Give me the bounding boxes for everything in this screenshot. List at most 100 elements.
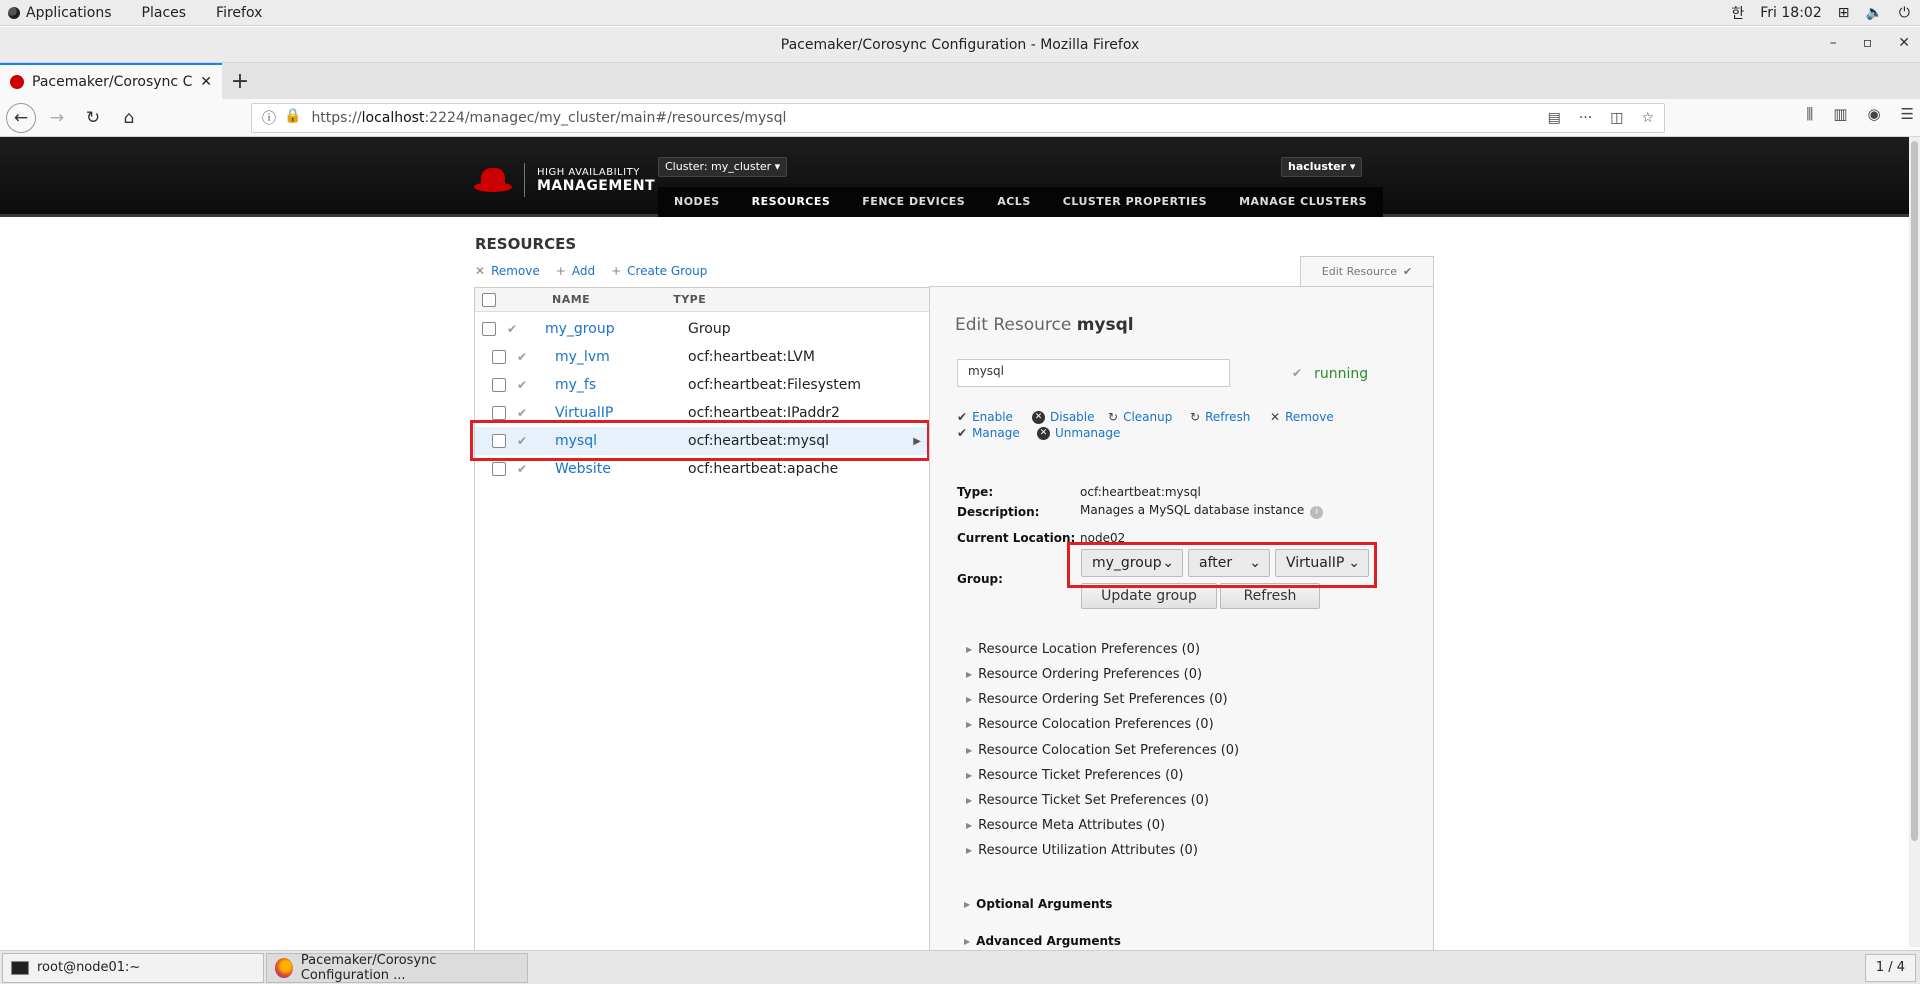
user-dropdown[interactable]: hacluster ▾ — [1281, 157, 1363, 177]
bookmark-star-icon[interactable]: ☆ — [1641, 110, 1654, 126]
add-resource-button[interactable]: + Add — [556, 264, 595, 278]
expand-triangle-icon: ▶ — [966, 645, 973, 654]
clock[interactable]: Fri 18:02 — [1760, 5, 1821, 21]
disable-circle-x-icon: ✕ — [1032, 410, 1045, 424]
expand-triangle-icon: ▶ — [966, 846, 973, 855]
pref-ordering-set[interactable]: ▶ Resource Ordering Set Preferences (0) — [966, 692, 1228, 707]
status-check-icon: ✔ — [517, 406, 528, 420]
page-actions-icon[interactable]: ··· — [1579, 110, 1592, 126]
pref-ticket-set[interactable]: ▶ Resource Ticket Set Preferences (0) — [966, 793, 1209, 808]
plus-icon: + — [555, 264, 566, 278]
places-menu[interactable]: Places — [142, 5, 187, 21]
pref-ticket[interactable]: ▶ Resource Ticket Preferences (0) — [966, 768, 1184, 783]
cleanup-button[interactable]: ↻ Cleanup — [1108, 410, 1172, 424]
nav-resources[interactable]: RESOURCES — [736, 187, 847, 217]
pref-meta-attributes[interactable]: ▶ Resource Meta Attributes (0) — [966, 818, 1165, 833]
reader-view-icon[interactable]: ▤ — [1548, 110, 1561, 126]
reload-button[interactable]: ↻ — [78, 103, 108, 133]
nav-manage-clusters[interactable]: MANAGE CLUSTERS — [1223, 187, 1383, 217]
refresh-button[interactable]: ↻ Refresh — [1190, 410, 1250, 424]
workspace-switcher[interactable]: 1 / 4 — [1864, 953, 1916, 982]
taskbar-terminal[interactable]: root@node01:~ — [2, 952, 264, 983]
optional-arguments-section[interactable]: ▶ Optional Arguments — [964, 897, 1112, 911]
volume-icon[interactable]: 🔈 — [1865, 5, 1882, 21]
pocket-icon[interactable]: ◫ — [1610, 110, 1623, 126]
tab-strip: Pacemaker/Corosync Con ✕ + — [0, 63, 1920, 99]
remove-resource-button[interactable]: ✕ Remove — [475, 264, 540, 278]
enable-button[interactable]: ✔ Enable — [957, 410, 1013, 424]
create-group-button[interactable]: + Create Group — [611, 264, 707, 278]
plus-icon: + — [611, 264, 622, 278]
forward-button[interactable]: → — [42, 103, 72, 133]
close-window-icon[interactable]: ✕ — [1898, 35, 1910, 51]
expand-triangle-icon: ▶ — [964, 936, 971, 946]
url-bar[interactable]: ⓘ 🔒 https://localhost:2224/managec/my_cl… — [251, 103, 1665, 133]
row-checkbox[interactable] — [492, 378, 506, 392]
pref-colocation[interactable]: ▶ Resource Colocation Preferences (0) — [966, 717, 1214, 732]
expand-triangle-icon: ▶ — [966, 821, 973, 830]
check-icon: ✔ — [1403, 265, 1413, 278]
pref-utilization-attributes[interactable]: ▶ Resource Utilization Attributes (0) — [966, 843, 1198, 858]
resource-name-field[interactable]: mysql — [957, 359, 1230, 387]
check-icon: ✔ — [957, 426, 968, 440]
tab-edit-resource[interactable]: Edit Resource ✔ — [1300, 256, 1434, 287]
resource-row-my-lvm[interactable]: ✔ my_lvm ocf:heartbeat:LVM — [475, 343, 929, 371]
pref-ordering[interactable]: ▶ Resource Ordering Preferences (0) — [966, 667, 1202, 682]
nav-cluster-properties[interactable]: CLUSTER PROPERTIES — [1047, 187, 1223, 217]
remove-button[interactable]: ✕ Remove — [1270, 410, 1334, 424]
expand-triangle-icon: ▶ — [966, 796, 973, 805]
navigation-toolbar: ← → ↻ ⌂ ⓘ 🔒 https://localhost:2224/manag… — [0, 99, 1920, 137]
hamburger-menu-icon[interactable]: ☰ — [1901, 105, 1914, 123]
close-tab-icon[interactable]: ✕ — [200, 74, 212, 90]
pref-location[interactable]: ▶ Resource Location Preferences (0) — [966, 642, 1200, 657]
status-badge: running — [1314, 366, 1369, 382]
disable-button[interactable]: ✕ Disable — [1032, 410, 1095, 424]
redhat-favicon-icon — [10, 75, 24, 89]
manage-button[interactable]: ✔ Manage — [957, 426, 1020, 440]
info-icon[interactable]: i — [1310, 505, 1324, 519]
maximize-icon[interactable]: ▫ — [1863, 35, 1873, 51]
column-name[interactable]: NAME — [552, 293, 590, 306]
nav-acls[interactable]: ACLS — [981, 187, 1047, 217]
library-icon[interactable]: ⫼ — [1806, 105, 1813, 123]
column-type[interactable]: TYPE — [673, 293, 706, 306]
firefox-app-menu[interactable]: Firefox — [216, 5, 262, 21]
nav-fence-devices[interactable]: FENCE DEVICES — [846, 187, 981, 217]
resource-row-my-group[interactable]: ✔ my_group Group — [475, 315, 929, 343]
status-check-icon: ✔ — [1292, 366, 1303, 380]
resource-row-my-fs[interactable]: ✔ my_fs ocf:heartbeat:Filesystem — [475, 371, 929, 399]
input-method-indicator[interactable]: 한 — [1731, 3, 1744, 23]
expand-triangle-icon: ▶ — [966, 720, 973, 729]
resource-actions: ✕ Remove + Add + Create Group — [475, 264, 707, 278]
new-tab-button[interactable]: + — [222, 63, 258, 99]
back-button[interactable]: ← — [6, 102, 36, 133]
taskbar-firefox[interactable]: Pacemaker/Corosync Configuration ... — [266, 952, 528, 983]
row-checkbox[interactable] — [492, 462, 506, 476]
account-icon[interactable]: ◉ — [1867, 105, 1880, 123]
browser-tab-active[interactable]: Pacemaker/Corosync Con ✕ — [0, 63, 222, 99]
pref-colocation-set[interactable]: ▶ Resource Colocation Set Preferences (0) — [966, 743, 1239, 758]
insecure-lock-icon[interactable]: 🔒 — [284, 108, 301, 128]
row-checkbox[interactable] — [482, 322, 496, 336]
network-icon[interactable]: ⊞ — [1838, 5, 1850, 21]
pcs-main-nav: NODES RESOURCES FENCE DEVICES ACLS CLUST… — [658, 187, 1384, 217]
info-icon[interactable]: ⓘ — [262, 108, 276, 128]
power-icon[interactable]: ⏻ — [1899, 5, 1910, 21]
applications-menu[interactable]: Applications — [8, 5, 112, 21]
page-scrollbar[interactable] — [1909, 137, 1920, 947]
window-title: Pacemaker/Corosync Configuration - Mozil… — [780, 36, 1140, 53]
minimize-icon[interactable]: – — [1830, 35, 1837, 51]
scrollbar-thumb[interactable] — [1911, 141, 1918, 841]
cluster-dropdown[interactable]: Cluster: my_cluster ▾ — [658, 157, 788, 177]
home-button[interactable]: ⌂ — [114, 103, 144, 133]
url-text[interactable]: https://localhost:2224/managec/my_cluste… — [311, 110, 1547, 126]
status-check-icon: ✔ — [517, 378, 528, 392]
sidebar-icon[interactable]: ▥ — [1833, 105, 1847, 123]
row-checkbox[interactable] — [492, 350, 506, 364]
ha-management-logo[interactable]: HIGH AVAILABILITY MANAGEMENT — [474, 163, 655, 197]
select-all-checkbox[interactable] — [482, 292, 496, 307]
nav-nodes[interactable]: NODES — [658, 187, 736, 217]
row-checkbox[interactable] — [492, 406, 506, 420]
advanced-arguments-section[interactable]: ▶ Advanced Arguments — [964, 934, 1121, 948]
unmanage-button[interactable]: ✕ Unmanage — [1037, 426, 1120, 440]
